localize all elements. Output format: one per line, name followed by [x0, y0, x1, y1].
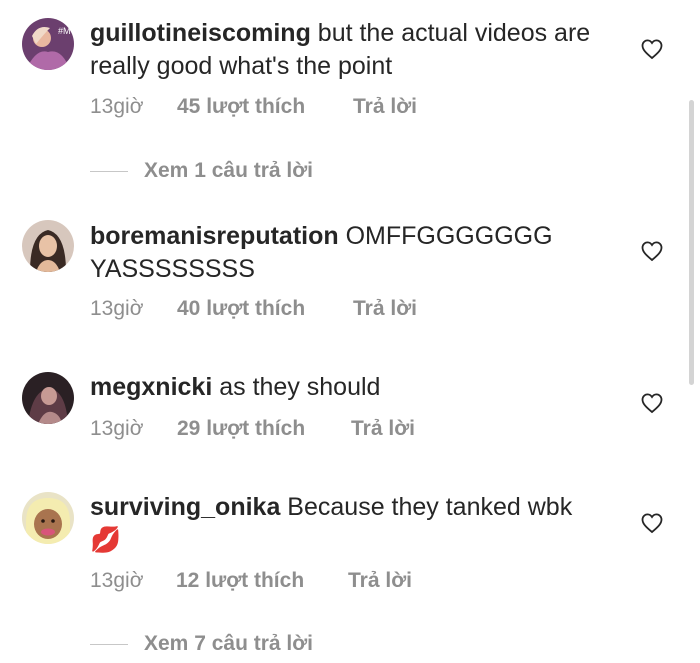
comment-likes[interactable]: 45 lượt thích — [177, 93, 305, 121]
comment-likes[interactable]: 40 lượt thích — [177, 295, 305, 323]
comment-username[interactable]: surviving_onika — [90, 493, 280, 521]
avatar-megxnicki[interactable] — [22, 372, 74, 424]
comment-body: Because they tanked wbk — [280, 493, 573, 521]
scrollbar[interactable] — [689, 100, 694, 385]
avatar-surviving-onika[interactable] — [22, 492, 74, 544]
avatar-image — [22, 492, 74, 544]
divider-line — [90, 171, 128, 172]
reply-button[interactable]: Trả lời — [353, 93, 417, 121]
like-heart-icon[interactable] — [640, 511, 664, 535]
comment-username[interactable]: guillotineiscoming — [90, 19, 311, 47]
comment-text: guillotineiscoming but the actual videos… — [90, 17, 600, 83]
like-heart-icon[interactable] — [640, 37, 664, 61]
avatar-boremanisreputation[interactable] — [22, 220, 74, 272]
view-replies-label: Xem 7 câu trả lời — [144, 632, 314, 655]
svg-text:#M: #M — [58, 26, 71, 36]
comment-text: megxnicki as they should — [90, 371, 600, 404]
divider-line — [90, 644, 128, 645]
comment-text: surviving_onika Because they tanked wbk … — [90, 491, 600, 557]
reply-button[interactable]: Trả lời — [351, 415, 415, 443]
comment-body: as they should — [212, 373, 381, 401]
comment-username[interactable]: boremanisreputation — [90, 222, 339, 250]
avatar-image — [22, 372, 74, 424]
avatar-image: #M — [22, 18, 74, 70]
reply-button[interactable]: Trả lời — [348, 567, 412, 595]
comment-text: boremanisreputation OMFFGGGGGGG YASSSSSS… — [90, 220, 600, 286]
avatar-image — [22, 220, 74, 272]
kiss-mark-emoji: 💋 — [90, 526, 122, 554]
comment-time: 13giờ — [90, 569, 144, 592]
comment-time: 13giờ — [90, 417, 144, 440]
comment-time: 13giờ — [90, 297, 144, 320]
like-heart-icon[interactable] — [640, 239, 664, 263]
comment-likes[interactable]: 29 lượt thích — [177, 415, 305, 443]
reply-button[interactable]: Trả lời — [353, 295, 417, 323]
like-heart-icon[interactable] — [640, 391, 664, 415]
comment-username[interactable]: megxnicki — [90, 373, 212, 401]
comment-likes[interactable]: 12 lượt thích — [176, 567, 304, 595]
avatar-guillotineiscoming[interactable]: #M — [22, 18, 74, 70]
view-replies-label: Xem 1 câu trả lời — [144, 159, 314, 182]
comment-time: 13giờ — [90, 95, 144, 118]
